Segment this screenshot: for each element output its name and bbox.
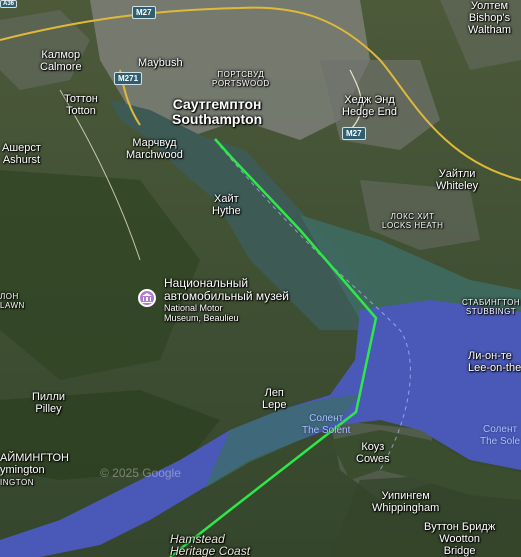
google-watermark: © 2025 Google xyxy=(100,466,181,480)
place-locks-heath[interactable]: ЛОКС ХИТ LOCKS HEATH xyxy=(382,212,443,230)
poi-national-motor-museum[interactable]: Национальный автомобильный музей Nationa… xyxy=(164,277,289,324)
place-stubbington[interactable]: СТАБИНГТОН STUBBINGT xyxy=(462,298,520,316)
place-hedge-end[interactable]: Хедж Энд Hedge End xyxy=(342,94,397,118)
place-lawn[interactable]: ЛОН LAWN xyxy=(0,292,25,310)
place-whiteley[interactable]: Уайтли Whiteley xyxy=(436,168,478,192)
place-lepe[interactable]: Леп Lepe xyxy=(262,387,286,411)
place-hythe[interactable]: Хайт Hythe xyxy=(212,193,241,217)
place-cowes[interactable]: Коуз Cowes xyxy=(356,441,390,465)
place-portswood[interactable]: ПОРТСВУД PORTSWOOD xyxy=(212,70,270,88)
place-maybush[interactable]: Maybush xyxy=(138,57,183,69)
place-lymington-label[interactable]: INGTON xyxy=(0,478,34,487)
place-calmore[interactable]: Калмор Calmore xyxy=(40,49,82,73)
place-bishops-waltham[interactable]: Уолтем Bishop's Waltham xyxy=(468,0,511,36)
museum-icon[interactable] xyxy=(138,289,156,307)
place-ashurst[interactable]: Ашерст Ashurst xyxy=(2,142,41,166)
water-the-solent-east: Солент The Sole xyxy=(480,424,521,447)
place-marchwood[interactable]: Марчвуд Marchwood xyxy=(126,137,183,161)
place-lee-on-the-solent[interactable]: Ли-он-те Lee-on-the xyxy=(468,350,521,374)
place-totton[interactable]: Тоттон Totton xyxy=(64,93,98,117)
m271-shield: M271 xyxy=(114,72,143,85)
place-wootton-bridge[interactable]: Вуттон Бридж Wootton Bridge xyxy=(424,521,495,557)
heritage-coast-label: Hamstead Heritage Coast xyxy=(170,532,251,557)
museum-glyph xyxy=(142,293,152,303)
water-the-solent: Солент The Solent xyxy=(302,413,351,436)
map-view[interactable]: M27 M271 M27 A36 Калмор Calmore Maybush … xyxy=(0,0,521,557)
place-whippingham[interactable]: Уипингем Whippingham xyxy=(372,490,439,514)
m27-shield: M27 xyxy=(132,6,156,19)
m27-shield-east: M27 xyxy=(342,127,366,140)
a36-shield: A36 xyxy=(0,0,18,8)
place-pilley[interactable]: Пилли Pilley xyxy=(32,391,65,415)
place-southampton[interactable]: Саутгемптон Southampton xyxy=(172,97,262,127)
place-lymington[interactable]: АЙМИНГТОН ymington xyxy=(0,452,69,476)
